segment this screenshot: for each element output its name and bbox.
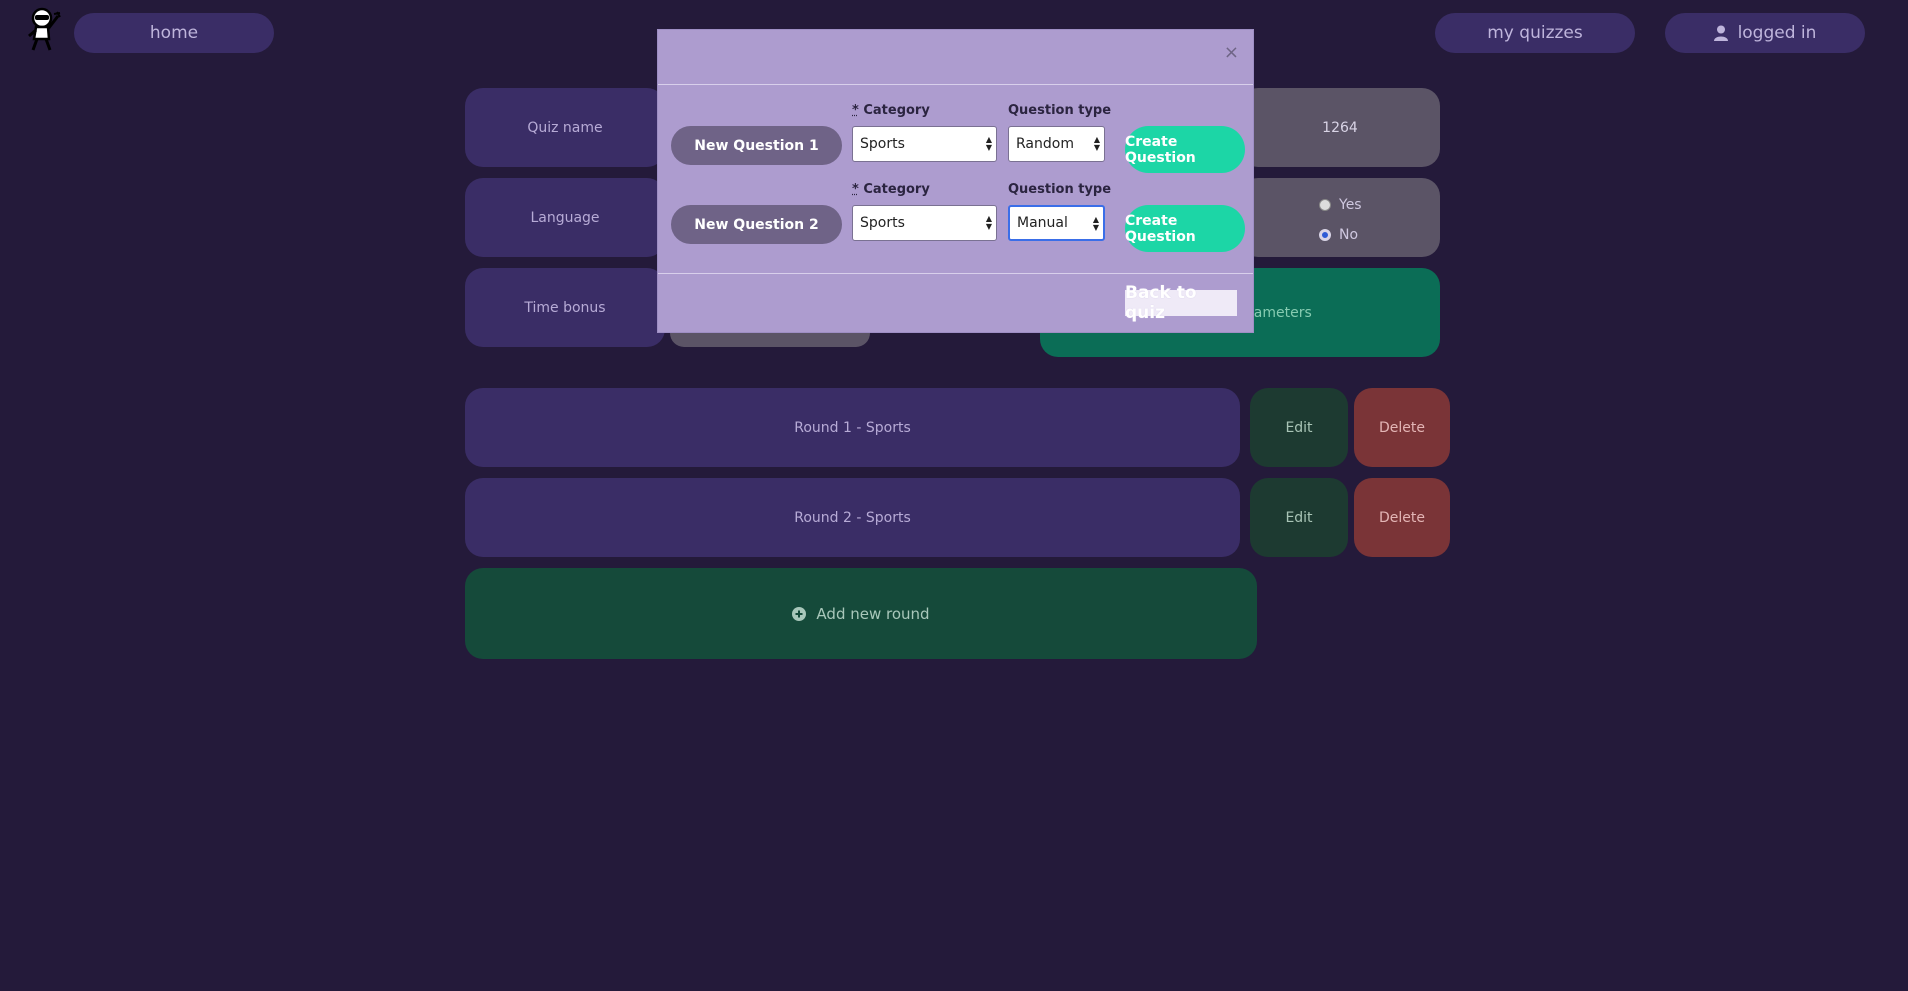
question-type-select-value: Random: [1016, 136, 1074, 152]
quiz-name-label: Quiz name: [465, 88, 665, 167]
modal-header-divider: [658, 84, 1253, 85]
language-label: Language: [465, 178, 665, 257]
select-arrows-icon: ▲ ▼: [1093, 135, 1100, 152]
home-nav-button[interactable]: home: [74, 13, 274, 53]
modal-footer-divider: [658, 273, 1253, 274]
round-row[interactable]: Round 1 - Sports: [465, 388, 1240, 467]
select-arrows-icon: ▲ ▼: [1092, 215, 1099, 232]
question-type-field-label: Question type: [1008, 103, 1112, 118]
category-label-text: Category: [863, 182, 930, 197]
logged-in-nav-button[interactable]: logged in: [1665, 13, 1865, 53]
my-quizzes-nav-button[interactable]: my quizzes: [1435, 13, 1635, 53]
category-label-text: Category: [863, 103, 930, 118]
question-name-pill[interactable]: New Question 1: [671, 126, 842, 165]
radio-no-option[interactable]: No: [1319, 227, 1358, 243]
back-to-quiz-button[interactable]: Back to quiz: [1125, 283, 1237, 323]
question-modal: × New Question 1 * Category Sports ▲ ▼ Qu…: [657, 29, 1254, 333]
ninja-logo[interactable]: [22, 6, 66, 52]
close-icon[interactable]: ×: [1224, 42, 1239, 63]
time-bonus-label: Time bonus: [465, 268, 665, 347]
question-type-select[interactable]: Manual ▲ ▼: [1008, 205, 1105, 241]
yes-no-radio-group: [1240, 178, 1440, 257]
create-question-button[interactable]: Create Question: [1125, 126, 1245, 173]
round-row[interactable]: Round 2 - Sports: [465, 478, 1240, 557]
category-select[interactable]: Sports ▲ ▼: [852, 126, 997, 162]
create-question-button[interactable]: Create Question: [1125, 205, 1245, 252]
category-field-label: * Category: [852, 182, 930, 197]
question-type-field-label: Question type: [1008, 182, 1112, 197]
add-new-round-button[interactable]: Add new round: [465, 568, 1257, 659]
category-select-value: Sports: [860, 215, 905, 231]
category-select-value: Sports: [860, 136, 905, 152]
required-mark: *: [852, 103, 859, 118]
category-select[interactable]: Sports ▲ ▼: [852, 205, 997, 241]
question-type-select-value: Manual: [1017, 215, 1068, 231]
select-arrows-icon: ▲ ▼: [985, 135, 992, 152]
select-arrows-icon: ▲ ▼: [985, 214, 992, 231]
plus-circle-icon: [792, 606, 807, 621]
edit-round-button[interactable]: Edit: [1250, 478, 1348, 557]
radio-no-label: No: [1339, 227, 1359, 243]
add-new-round-label: Add new round: [816, 604, 930, 623]
quiz-code-field[interactable]: 1264: [1240, 88, 1440, 167]
required-mark: *: [852, 182, 859, 197]
radio-no-button[interactable]: [1319, 229, 1331, 241]
question-name-pill[interactable]: New Question 2: [671, 205, 842, 244]
question-type-select[interactable]: Random ▲ ▼: [1008, 126, 1105, 162]
edit-round-button[interactable]: Edit: [1250, 388, 1348, 467]
radio-yes-label: Yes: [1339, 197, 1362, 213]
category-field-label: * Category: [852, 103, 930, 118]
user-icon: [1713, 25, 1728, 41]
radio-yes-option[interactable]: Yes: [1319, 197, 1362, 213]
logged-in-label: logged in: [1737, 23, 1817, 43]
delete-round-button[interactable]: Delete: [1354, 388, 1450, 467]
delete-round-button[interactable]: Delete: [1354, 478, 1450, 557]
radio-yes-button[interactable]: [1319, 199, 1331, 211]
